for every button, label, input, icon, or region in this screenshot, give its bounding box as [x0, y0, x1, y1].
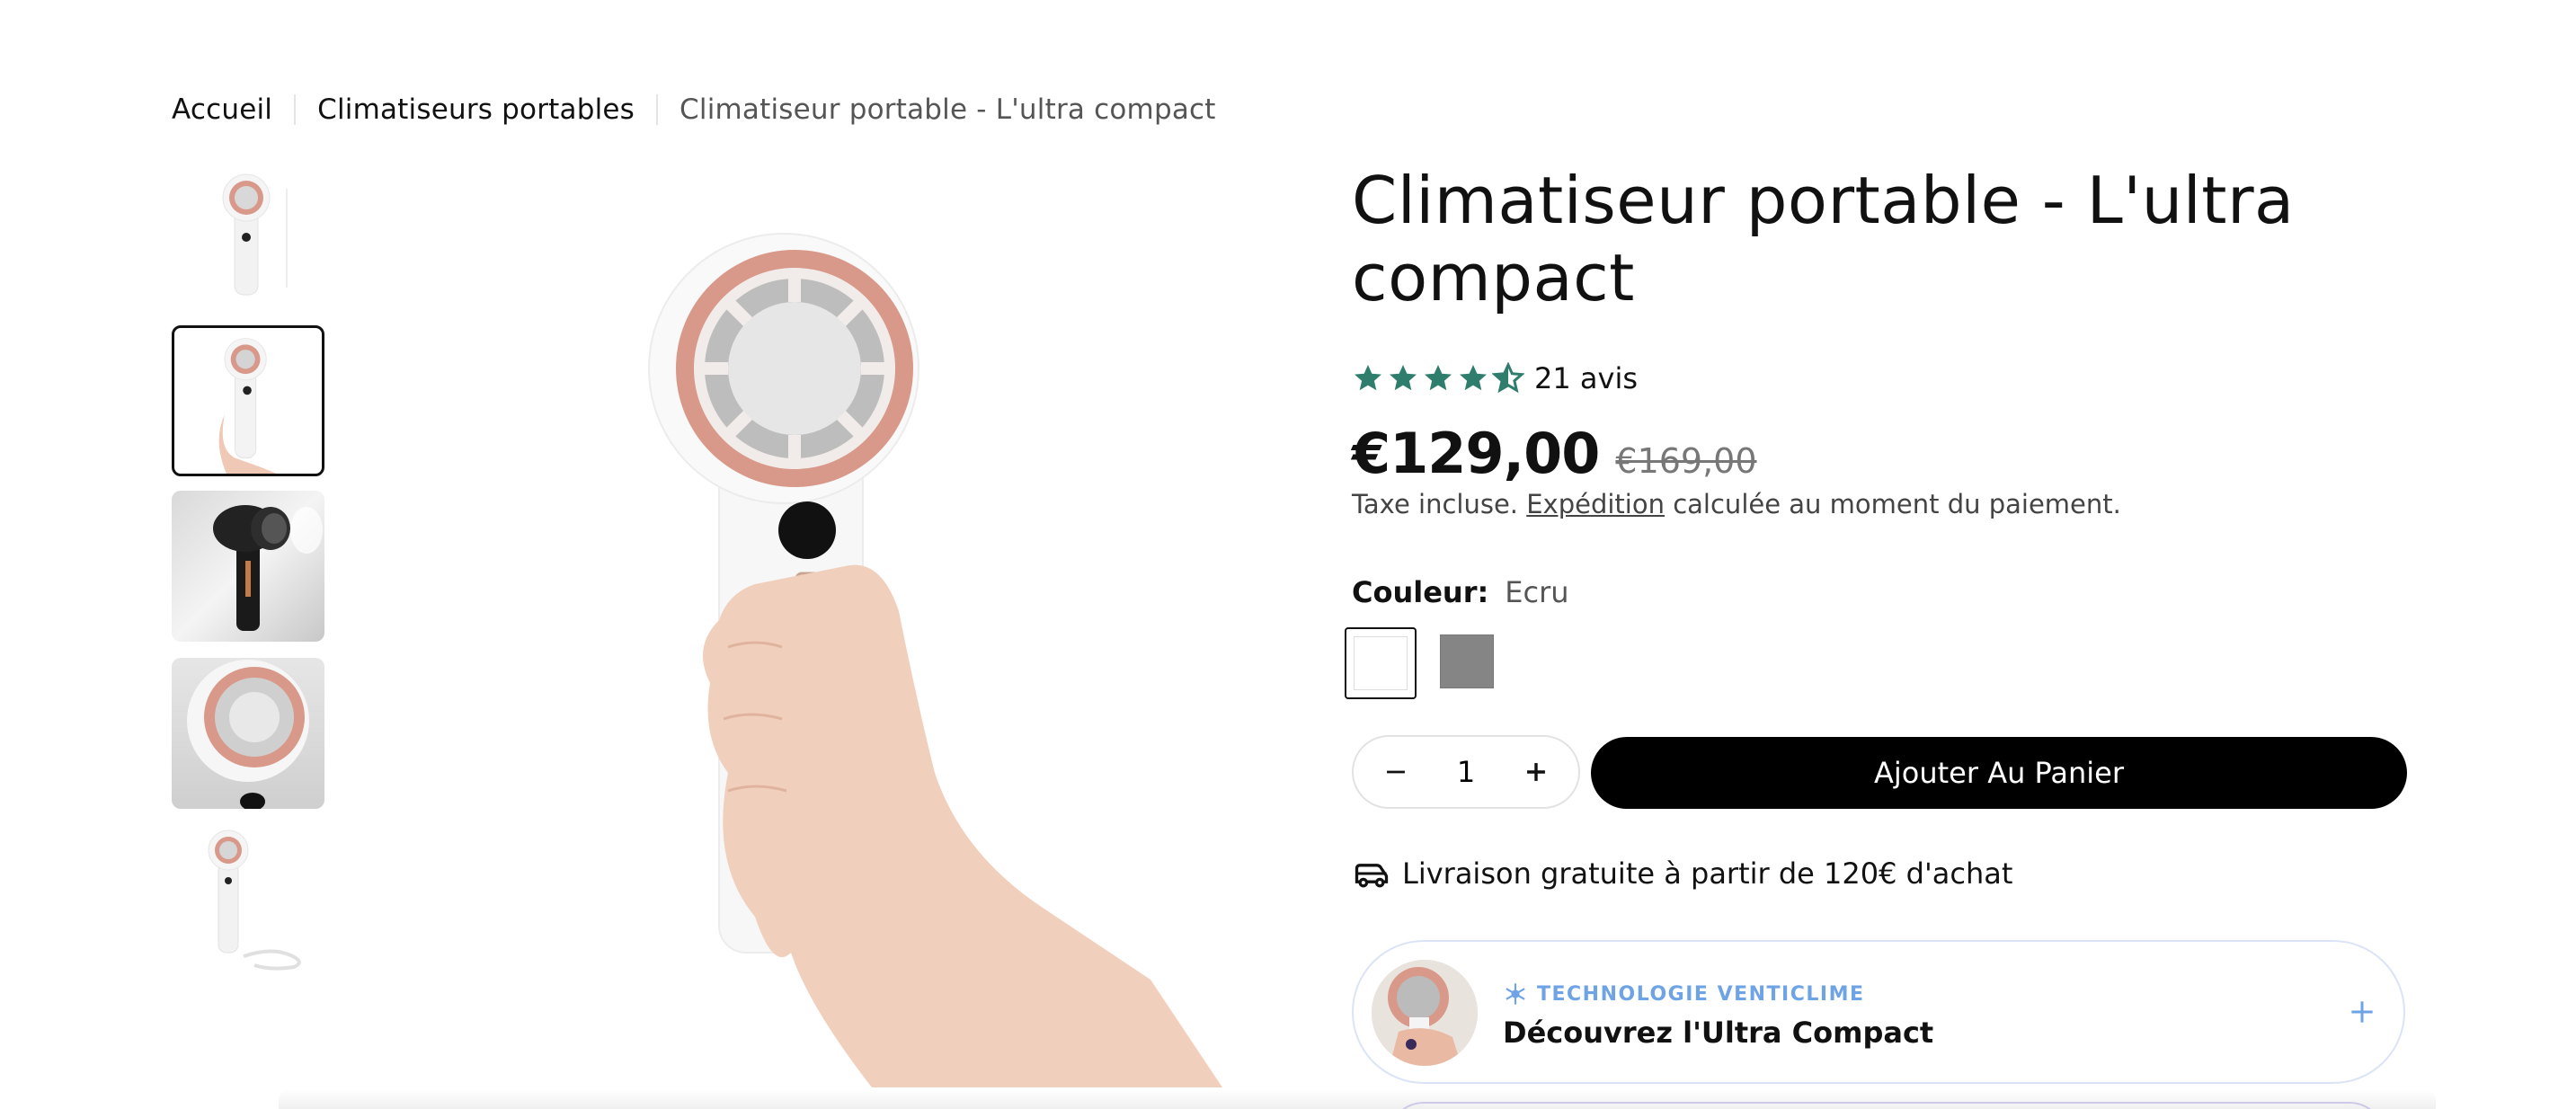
- quantity-stepper: [1352, 735, 1580, 809]
- color-selector-label: Couleur: Ecru: [1352, 575, 1569, 609]
- color-swatch-ecru[interactable]: [1345, 627, 1417, 699]
- thumbnail-5[interactable]: [172, 821, 324, 972]
- swatch-fill: [1354, 636, 1408, 690]
- breadcrumb: Accueil Climatiseurs portables Climatise…: [172, 90, 1216, 129]
- price-row: €129,00 €169,00: [1352, 421, 1757, 486]
- promo-kicker-text: TECHNOLOGIE VENTICLIME: [1537, 982, 1865, 1006]
- handheld-fan-image: [648, 233, 1222, 1087]
- compare-at-price: €169,00: [1615, 441, 1757, 481]
- rating: 21 avis: [1352, 361, 1638, 395]
- fan-thumbnail-image: [222, 173, 288, 296]
- black-fan-thumbnail-image: [213, 505, 323, 631]
- main-product-image[interactable]: [575, 198, 1276, 1087]
- minus-icon[interactable]: [1381, 757, 1411, 787]
- star-icon: [1390, 365, 1417, 391]
- color-swatch-gris[interactable]: [1433, 627, 1505, 699]
- snowflake-icon: [1506, 983, 1525, 1005]
- tax-text: Taxe incluse.: [1352, 489, 1527, 519]
- product-title: Climatiseur portable - L'ultra compact: [1352, 163, 2295, 315]
- breadcrumb-home[interactable]: Accueil: [172, 93, 272, 126]
- selected-color-value: Ecru: [1505, 575, 1569, 609]
- swatch-fill: [1440, 634, 1494, 688]
- star-icon: [1425, 365, 1452, 391]
- thumbnail-1[interactable]: [172, 162, 324, 313]
- shipping-text: Livraison gratuite à partir de 120€ d'ac…: [1402, 856, 2013, 891]
- quantity-input[interactable]: [1439, 755, 1493, 789]
- expand-plus-icon[interactable]: [2344, 994, 2380, 1030]
- tax-text-after: calculée au moment du paiement.: [1665, 489, 2121, 519]
- promo-title: Découvrez l'Ultra Compact: [1503, 1016, 1934, 1050]
- breadcrumb-current: Climatiseur portable - L'ultra compact: [680, 93, 1216, 126]
- star-icon: [1355, 365, 1381, 391]
- fan-closeup-image: [1372, 960, 1478, 1066]
- half-star-icon: [1492, 362, 1524, 394]
- shipping-policy-link[interactable]: Expédition: [1526, 489, 1665, 519]
- promo-kicker: TECHNOLOGIE VENTICLIME: [1503, 981, 1865, 1007]
- thumbnail-4[interactable]: [172, 658, 324, 809]
- thumbnail-3[interactable]: [172, 491, 324, 642]
- thumbnail-2[interactable]: [172, 325, 324, 476]
- technology-accordion[interactable]: TECHNOLOGIE VENTICLIME Découvrez l'Ultra…: [1352, 940, 2405, 1084]
- shipping-info: Livraison gratuite à partir de 120€ d'ac…: [1352, 854, 2012, 893]
- sale-price: €129,00: [1352, 421, 1600, 486]
- fan-with-cable-thumbnail-image: [208, 830, 301, 971]
- fan-in-hand-thumbnail-image: [218, 338, 277, 474]
- product-page: Accueil Climatiseurs portables Climatise…: [0, 0, 2576, 1109]
- reviews-link[interactable]: 21 avis: [1534, 361, 1638, 395]
- breadcrumb-separator: [294, 94, 297, 125]
- sticky-bar-shadow: [279, 1089, 2436, 1109]
- breadcrumb-separator: [656, 94, 659, 125]
- color-label: Couleur:: [1352, 575, 1489, 609]
- fan-closeup-thumbnail-image: [187, 660, 309, 809]
- star-icon: [1460, 365, 1487, 391]
- breadcrumb-category[interactable]: Climatiseurs portables: [317, 93, 635, 126]
- truck-icon: [1355, 864, 1389, 888]
- plus-icon[interactable]: [1521, 757, 1551, 787]
- tax-note: Taxe incluse. Expédition calculée au mom…: [1352, 489, 2121, 519]
- add-to-cart-button[interactable]: Ajouter Au Panier: [1591, 737, 2407, 809]
- promo-avatar: [1372, 960, 1478, 1066]
